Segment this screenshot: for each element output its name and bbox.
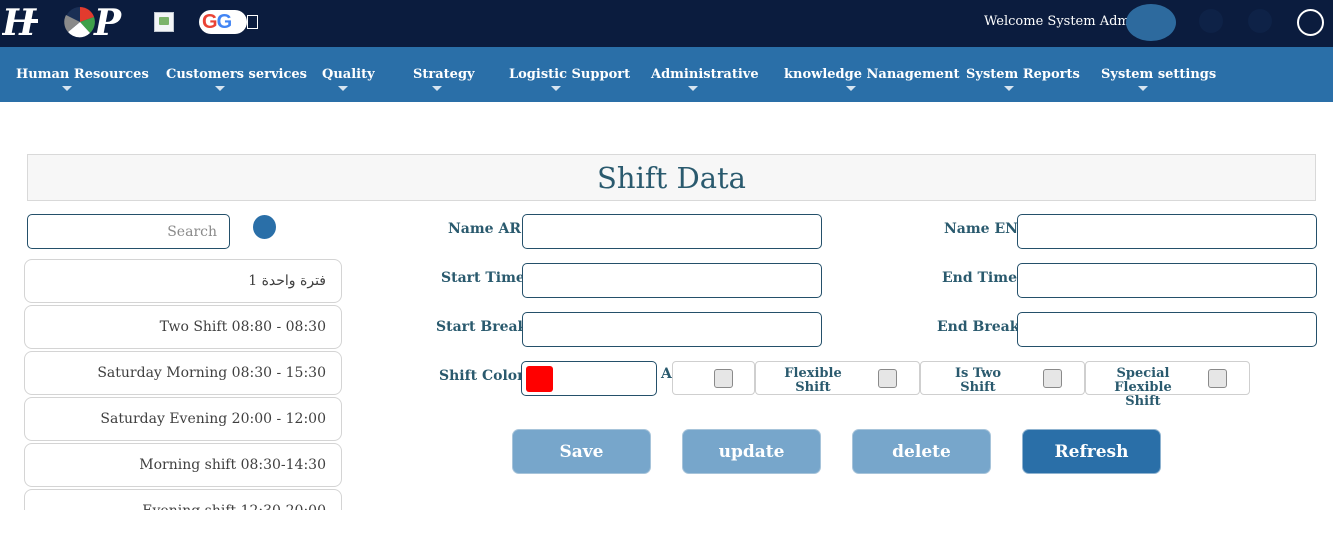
chevron-down-icon[interactable] [688,86,698,91]
nav-human-resources[interactable]: Human Resources [16,67,149,82]
nav-quality[interactable]: Quality [322,67,375,82]
welcome-text: Welcome System Admin [984,14,1143,29]
search-input[interactable] [27,214,230,249]
delete-button[interactable]: delete [852,429,991,474]
logout-icon[interactable] [1297,9,1324,36]
special-flexible-shift-group: Special Flexible Shift [1085,361,1250,409]
chevron-down-icon[interactable] [1004,86,1014,91]
google-logo: GG [199,10,247,34]
chevron-down-icon[interactable] [338,86,348,91]
shift-color-picker[interactable] [521,361,657,396]
nav-system-reports[interactable]: System Reports [966,67,1080,82]
is-two-shift-checkbox[interactable] [1043,369,1062,388]
color-swatch[interactable] [526,366,553,392]
top-bar: H P GG Welcome System Admin [0,0,1333,47]
shift-color-label: Shift Color [439,368,525,384]
messages-icon[interactable] [1248,9,1272,33]
nav-logistic-support[interactable]: Logistic Support [509,67,630,82]
name-en-field[interactable] [1017,214,1317,249]
refresh-button[interactable]: Refresh [1022,429,1161,474]
active-checkbox-group [672,361,755,395]
nav-knowledge-management[interactable]: knowledge Nanagement [784,67,960,82]
list-item[interactable]: Saturday Evening 20:00 - 12:00 [24,397,342,441]
special-flexible-shift-checkbox[interactable] [1208,369,1227,388]
active-checkbox[interactable] [714,369,733,388]
start-break-field[interactable] [522,312,822,347]
flexible-shift-group: Flexible Shift [755,361,920,395]
start-break-label: Start Break [436,319,528,335]
chevron-down-icon[interactable] [432,86,442,91]
hcp-logo: H P [2,3,122,41]
nav-system-settings[interactable]: System settings [1101,67,1216,82]
nav-strategy[interactable]: Strategy [413,67,475,82]
list-item[interactable]: Two Shift 08:80 - 08:30 [24,305,342,349]
start-time-field[interactable] [522,263,822,298]
chevron-down-icon[interactable] [551,86,561,91]
special-flexible-shift-label: Special Flexible Shift [1114,366,1172,409]
chevron-down-icon[interactable] [846,86,856,91]
chevron-down-icon[interactable] [1138,86,1148,91]
update-button[interactable]: update [682,429,821,474]
list-item[interactable]: Evening shift 12:30-20:00 [24,489,342,510]
nav-customers-services[interactable]: Customers services [166,67,307,82]
end-break-label: End Break [937,319,1020,335]
list-item[interactable]: Saturday Morning 08:30 - 15:30 [24,351,342,395]
name-ar-field[interactable] [522,214,822,249]
start-time-label: Start Time [441,270,525,286]
chevron-down-icon[interactable] [215,86,225,91]
save-button[interactable]: Save [512,429,651,474]
main-navigation: Human Resources Customers services Quali… [0,47,1333,102]
end-break-field[interactable] [1017,312,1317,347]
flexible-shift-checkbox[interactable] [878,369,897,388]
title-panel: Shift Data [27,154,1316,201]
end-time-label: End Time [942,270,1017,286]
end-time-field[interactable] [1017,263,1317,298]
flexible-shift-label: Flexible Shift [784,366,842,395]
user-avatar[interactable] [1126,4,1176,41]
notifications-icon[interactable] [1199,9,1223,33]
search-button-icon[interactable] [253,215,276,239]
language-box-icon[interactable] [247,15,258,29]
page-title: Shift Data [597,161,746,195]
is-two-shift-label: Is Two Shift [954,366,1002,395]
is-two-shift-group: Is Two Shift [920,361,1085,395]
nav-administrative[interactable]: Administrative [651,67,759,82]
shift-list[interactable]: فترة واحدة 1 Two Shift 08:80 - 08:30 Sat… [24,259,342,510]
name-ar-label: Name AR [448,221,521,237]
list-item[interactable]: فترة واحدة 1 [24,259,342,303]
svg-text:P: P [93,3,122,41]
list-item[interactable]: Morning shift 08:30-14:30 [24,443,342,487]
name-en-label: Name EN [944,221,1018,237]
chevron-down-icon[interactable] [62,86,72,91]
broken-image-icon [154,12,174,32]
